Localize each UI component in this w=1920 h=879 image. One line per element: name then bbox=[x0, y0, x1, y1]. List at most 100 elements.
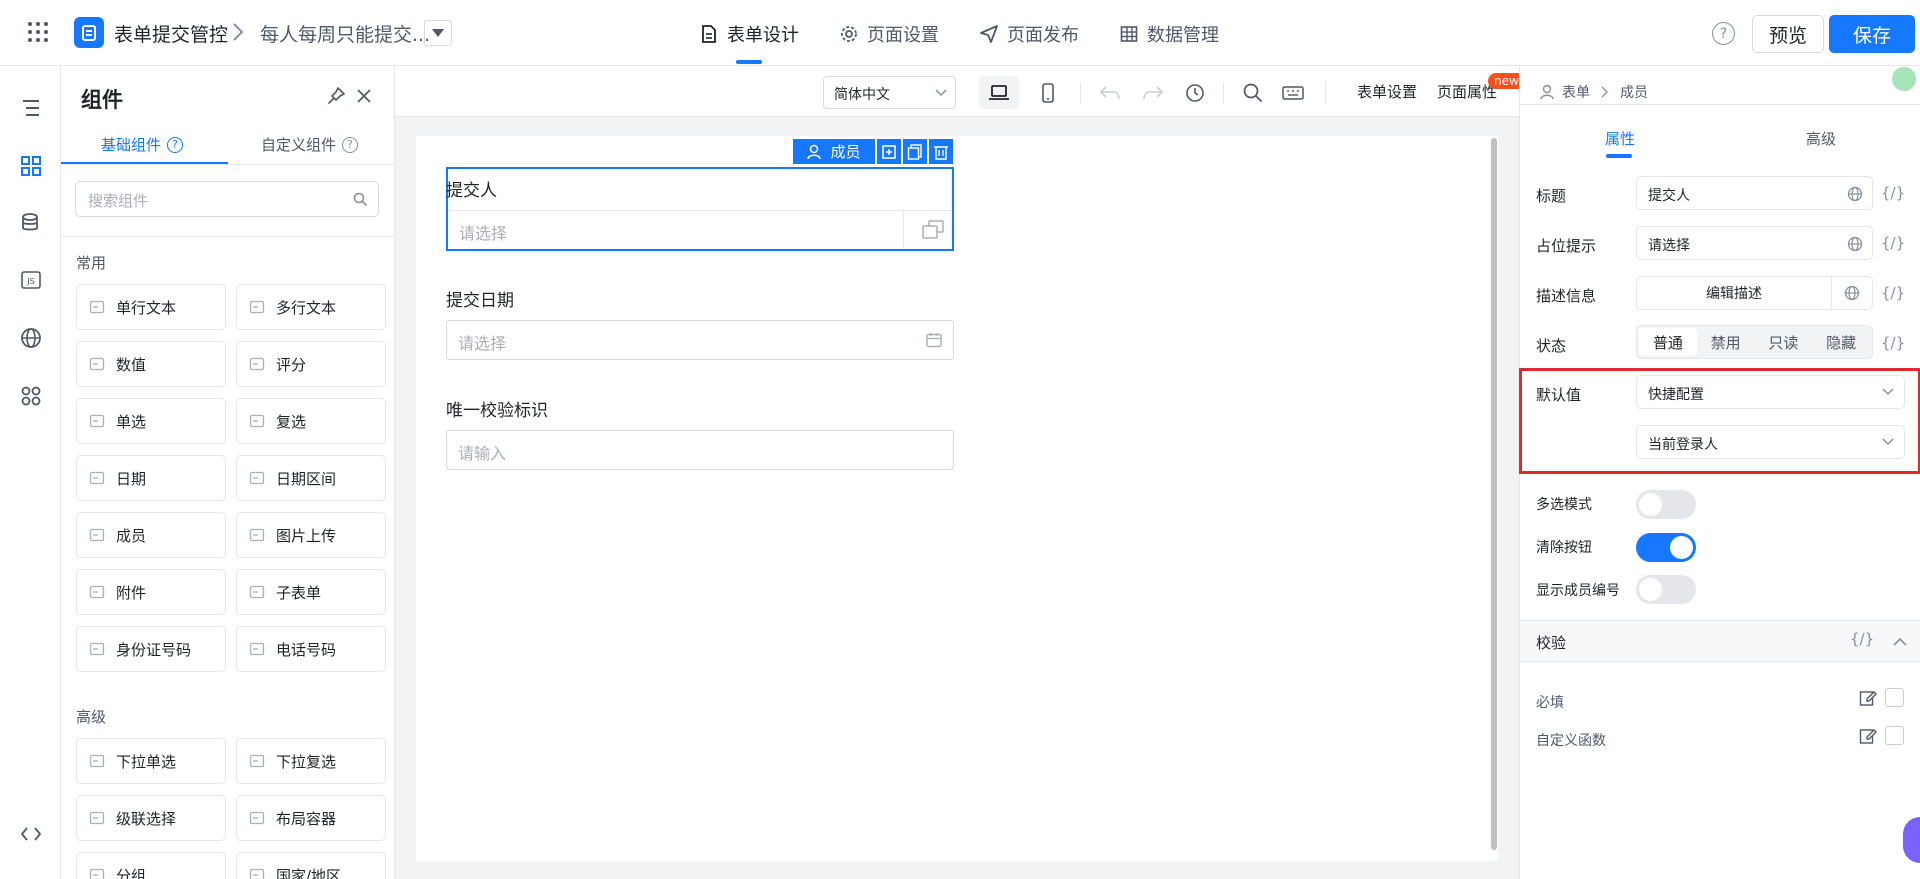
required-checkbox[interactable] bbox=[1885, 688, 1904, 707]
tab-page-publish-label: 页面发布 bbox=[1007, 25, 1079, 46]
breadcrumb-page[interactable]: 每人每周只能提交... bbox=[260, 20, 430, 47]
component-item[interactable]: 日期 bbox=[76, 455, 226, 501]
clear-button-label: 清除按钮 bbox=[1536, 540, 1592, 556]
component-item[interactable]: 单行文本 bbox=[76, 284, 226, 330]
desktop-view-button[interactable] bbox=[979, 76, 1019, 109]
search-input[interactable]: 搜索组件 bbox=[75, 181, 379, 217]
chevron-up-icon[interactable] bbox=[1893, 637, 1907, 646]
tab-page-publish[interactable]: 页面发布 bbox=[980, 18, 1079, 50]
tab-page-settings[interactable]: 页面设置 bbox=[840, 18, 939, 50]
validation-expression-button[interactable]: {/} bbox=[1850, 630, 1874, 648]
member-picker-icon[interactable] bbox=[922, 220, 944, 240]
outline-tree-icon[interactable] bbox=[17, 94, 45, 122]
title-expression-button[interactable]: {/} bbox=[1881, 184, 1905, 202]
component-item[interactable]: 布局容器 bbox=[236, 795, 386, 841]
validation-title: 校验 bbox=[1536, 634, 1567, 652]
status-option-hidden[interactable]: 隐藏 bbox=[1812, 328, 1870, 356]
redo-button[interactable] bbox=[1133, 76, 1173, 109]
globe-icon[interactable] bbox=[1847, 236, 1863, 252]
apps-grid-icon[interactable] bbox=[26, 20, 50, 44]
unique-id-input[interactable]: 请输入 bbox=[446, 430, 954, 470]
tab-basic-components[interactable]: 基础组件 ? bbox=[101, 134, 184, 155]
component-item[interactable]: 图片上传 bbox=[236, 512, 386, 558]
member-select-input[interactable]: 请选择 bbox=[448, 211, 904, 249]
data-source-icon[interactable] bbox=[17, 209, 45, 237]
component-item[interactable]: 下拉单选 bbox=[76, 738, 226, 784]
copy-button[interactable] bbox=[903, 139, 927, 164]
undo-button[interactable] bbox=[1090, 76, 1130, 109]
component-item[interactable]: 下拉复选 bbox=[236, 738, 386, 784]
preview-button[interactable]: 预览 bbox=[1752, 15, 1824, 53]
component-item[interactable]: 日期区间 bbox=[236, 455, 386, 501]
component-item[interactable]: 单选 bbox=[76, 398, 226, 444]
canvas-scrollbar[interactable] bbox=[1491, 138, 1497, 850]
globe-icon[interactable] bbox=[1844, 285, 1860, 301]
language-select[interactable]: 简体中文 bbox=[823, 76, 956, 109]
field-type-badge[interactable]: 成员 bbox=[793, 139, 875, 164]
component-icon bbox=[89, 585, 105, 599]
search-icon bbox=[353, 192, 368, 207]
component-item[interactable]: 电话号码 bbox=[236, 626, 386, 672]
placeholder-input[interactable]: 请选择 bbox=[1636, 226, 1873, 260]
copy-field-button[interactable] bbox=[877, 139, 901, 164]
default-value-select[interactable]: 当前登录人 bbox=[1636, 425, 1905, 459]
show-member-id-label: 显示成员编号 bbox=[1536, 583, 1620, 599]
plugins-icon[interactable] bbox=[17, 382, 45, 410]
breadcrumb-form[interactable]: 表单 bbox=[1562, 82, 1590, 102]
close-icon[interactable] bbox=[355, 87, 373, 105]
pin-icon[interactable] bbox=[326, 86, 346, 106]
component-item[interactable]: 复选 bbox=[236, 398, 386, 444]
component-item[interactable]: 子表单 bbox=[236, 569, 386, 615]
active-tab-indicator bbox=[736, 60, 762, 64]
default-mode-select[interactable]: 快捷配置 bbox=[1636, 375, 1905, 409]
multi-select-toggle[interactable] bbox=[1636, 490, 1696, 519]
components-icon[interactable] bbox=[17, 152, 45, 180]
tab-data-management[interactable]: 数据管理 bbox=[1120, 18, 1219, 50]
component-item[interactable]: 评分 bbox=[236, 341, 386, 387]
status-expression-button[interactable]: {/} bbox=[1881, 334, 1905, 352]
status-option-readonly[interactable]: 只读 bbox=[1755, 328, 1813, 356]
component-item[interactable]: 身份证号码 bbox=[76, 626, 226, 672]
component-item[interactable]: 附件 bbox=[76, 569, 226, 615]
status-option-disabled[interactable]: 禁用 bbox=[1697, 328, 1755, 356]
tab-advanced[interactable]: 高级 bbox=[1806, 128, 1836, 149]
save-button[interactable]: 保存 bbox=[1829, 15, 1915, 53]
search-button[interactable] bbox=[1233, 76, 1273, 109]
help-icon[interactable]: ? bbox=[1712, 22, 1735, 45]
title-input[interactable]: 提交人 bbox=[1636, 176, 1873, 210]
component-label: 分组 bbox=[116, 866, 147, 879]
tab-form-design[interactable]: 表单设计 bbox=[700, 18, 799, 50]
form-settings-button[interactable]: 表单设置 bbox=[1357, 81, 1417, 102]
assistant-float-button[interactable] bbox=[1903, 817, 1920, 863]
source-code-icon[interactable] bbox=[17, 820, 45, 848]
tab-custom-components[interactable]: 自定义组件 ? bbox=[261, 134, 359, 155]
edit-icon[interactable] bbox=[1859, 689, 1877, 707]
app-name[interactable]: 表单提交管控 bbox=[114, 20, 228, 47]
component-item[interactable]: 级联选择 bbox=[76, 795, 226, 841]
shortcut-button[interactable] bbox=[1273, 76, 1313, 109]
component-item[interactable]: 数值 bbox=[76, 341, 226, 387]
status-option-normal[interactable]: 普通 bbox=[1639, 328, 1697, 356]
component-item[interactable]: 成员 bbox=[76, 512, 226, 558]
edit-description-button[interactable]: 编辑描述 bbox=[1637, 277, 1832, 309]
js-code-icon[interactable]: JS bbox=[17, 266, 45, 294]
validation-section-header[interactable]: 校验 {/} bbox=[1520, 620, 1920, 662]
delete-field-button[interactable] bbox=[929, 139, 953, 164]
history-button[interactable] bbox=[1175, 76, 1215, 109]
component-item[interactable]: 多行文本 bbox=[236, 284, 386, 330]
clear-button-toggle[interactable] bbox=[1636, 533, 1696, 562]
globe-icon[interactable] bbox=[17, 324, 45, 352]
description-expression-button[interactable]: {/} bbox=[1881, 284, 1905, 302]
component-item[interactable]: 国家/地区 bbox=[236, 852, 386, 879]
mobile-view-button[interactable] bbox=[1028, 76, 1068, 109]
placeholder-expression-button[interactable]: {/} bbox=[1881, 234, 1905, 252]
custom-function-checkbox[interactable] bbox=[1885, 726, 1904, 745]
tab-properties[interactable]: 属性 bbox=[1605, 128, 1635, 149]
page-dropdown-button[interactable] bbox=[424, 20, 452, 46]
globe-icon[interactable] bbox=[1847, 186, 1863, 202]
component-item[interactable]: 分组 bbox=[76, 852, 226, 879]
show-member-id-toggle[interactable] bbox=[1636, 575, 1696, 604]
date-input[interactable]: 请选择 bbox=[446, 320, 954, 360]
edit-icon[interactable] bbox=[1859, 727, 1877, 745]
props-breadcrumb: 表单 成员 bbox=[1540, 82, 1648, 102]
